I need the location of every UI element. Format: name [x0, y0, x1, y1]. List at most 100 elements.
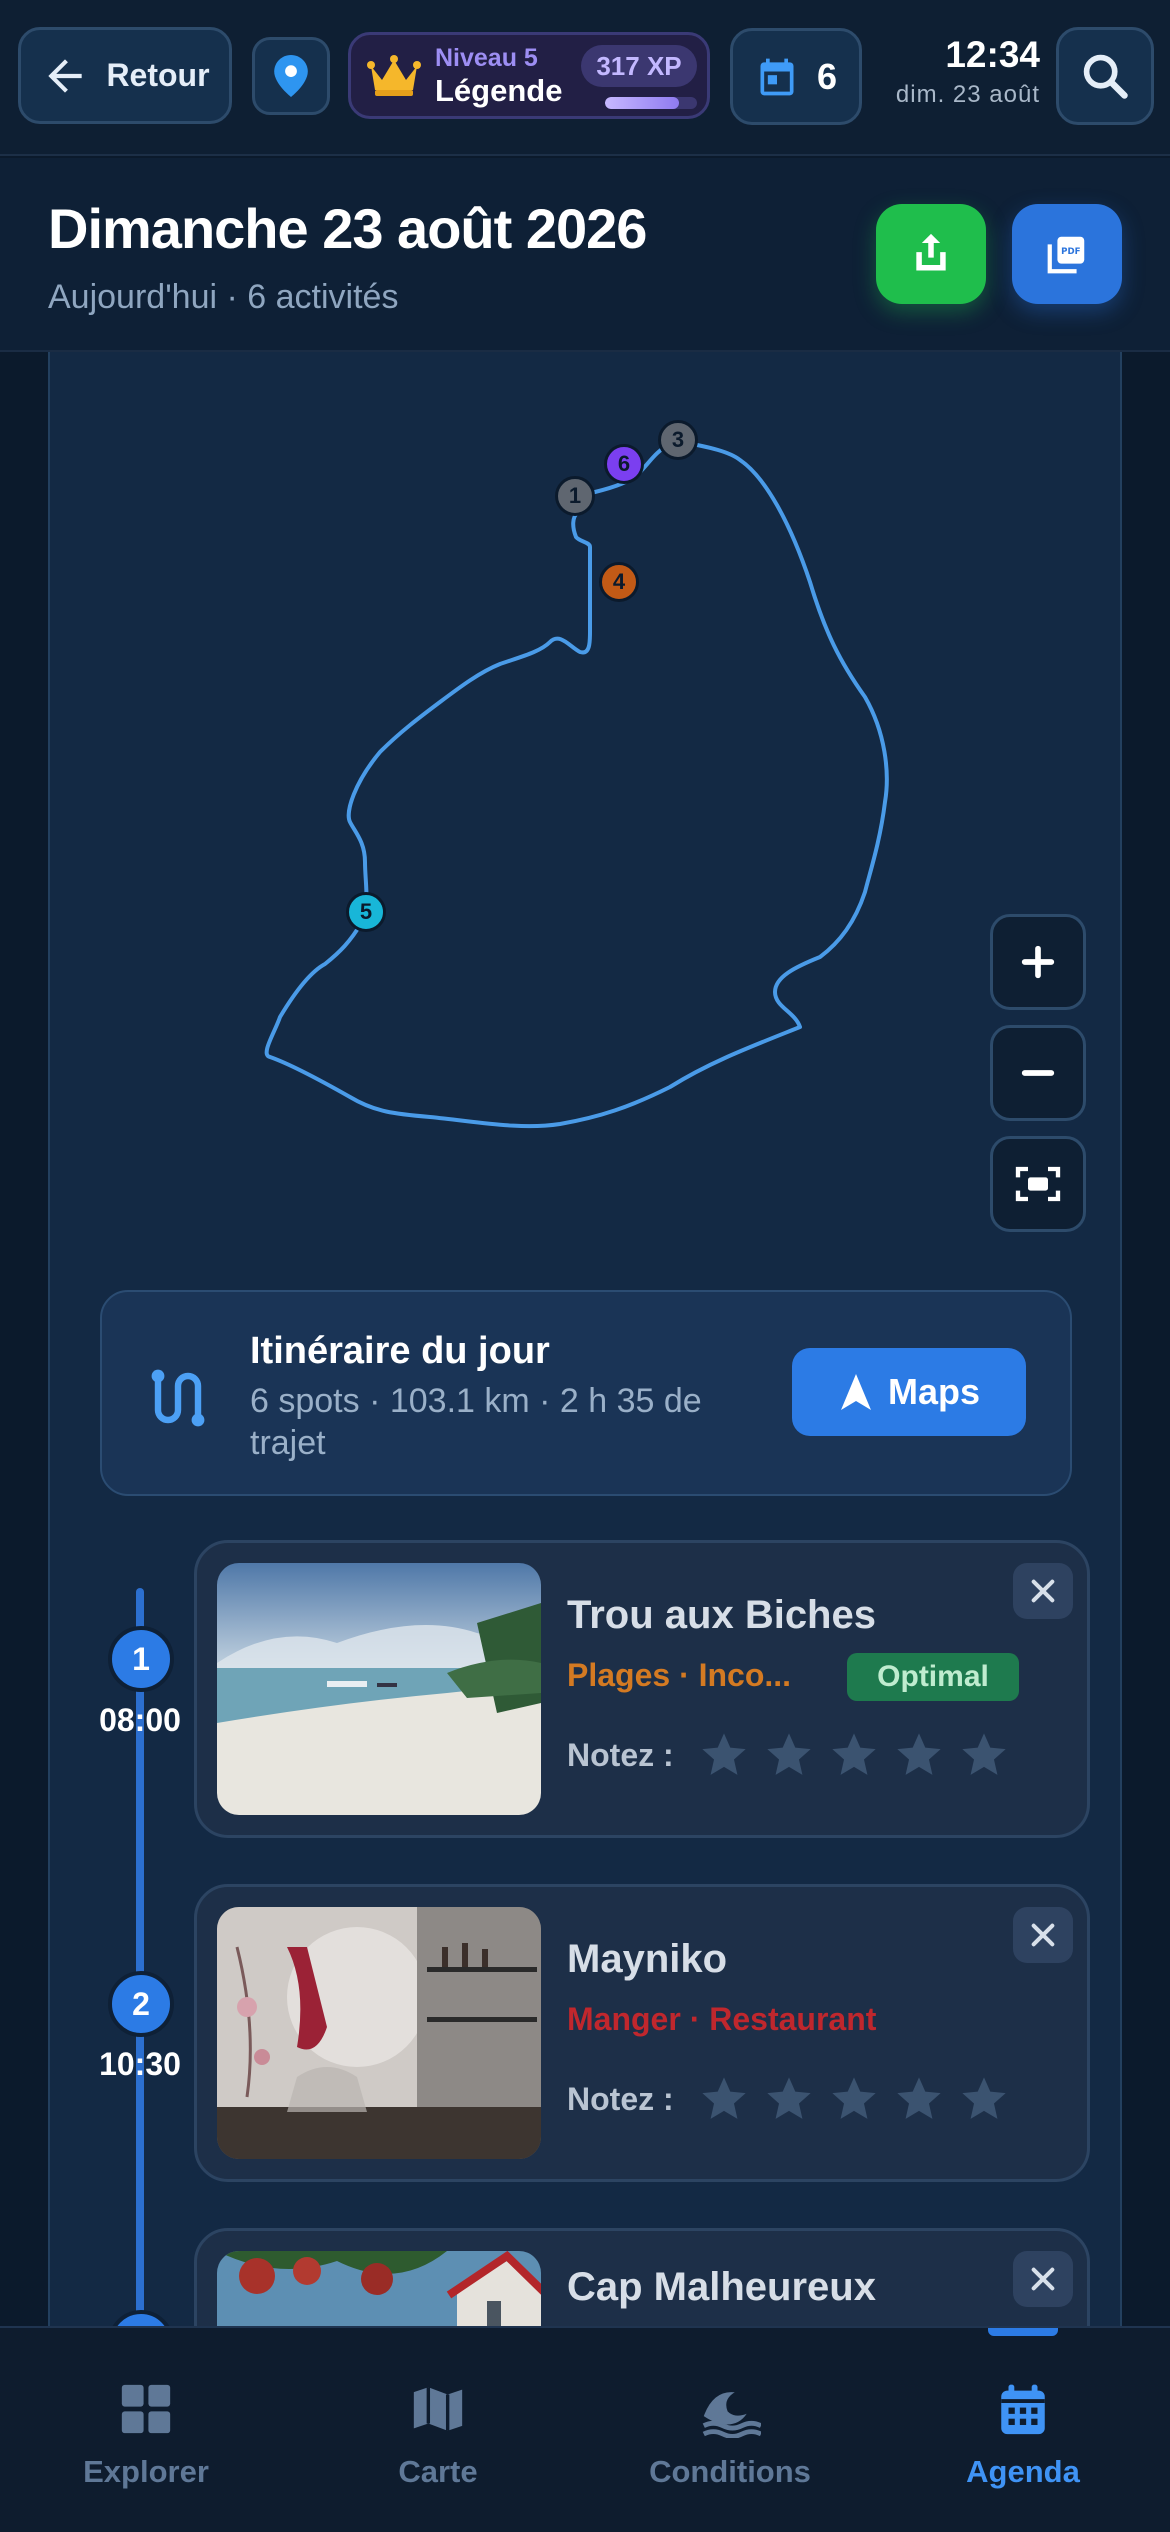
activity-card[interactable]: Mayniko Manger · Restaurant Notez : — [194, 1884, 1090, 2182]
remove-activity-button[interactable] — [1013, 1563, 1073, 1619]
arrow-left-icon — [48, 58, 83, 93]
clock: 12:34 dim. 23 août — [880, 36, 1040, 109]
rating-label: Notez : — [567, 1736, 674, 1773]
nav-item-explorer[interactable]: Explorer — [16, 2380, 276, 2490]
map-marker-label: 4 — [612, 569, 626, 594]
star-icon[interactable] — [893, 2073, 945, 2125]
rating-row: Notez : — [567, 1729, 1023, 1781]
svg-text:PDF: PDF — [1061, 247, 1080, 257]
pdf-icon: PDF — [1047, 236, 1085, 274]
close-icon — [1031, 2267, 1055, 2291]
star-icon[interactable] — [763, 1729, 815, 1781]
crown-icon — [367, 54, 421, 96]
star-icon[interactable] — [763, 2073, 815, 2125]
map-marker-label: 5 — [359, 899, 373, 924]
clock-time: 12:34 — [945, 34, 1040, 75]
close-icon — [1031, 1923, 1055, 1947]
timeline-step-number: 2 — [132, 1985, 150, 2022]
bottom-nav: Explorer Carte Conditions Agenda — [0, 2326, 1170, 2532]
xp-progress-bar — [605, 97, 697, 109]
star-icon[interactable] — [958, 2073, 1010, 2125]
rank-label: Légende — [435, 72, 563, 108]
activity-photo — [217, 1563, 541, 1815]
top-bar: Retour Niveau 5 Légende 317 XP 6 12:34 d… — [0, 0, 1170, 156]
activity-category: Plages · Inco... — [567, 1657, 792, 1693]
map-marker-5[interactable]: 5 — [346, 892, 386, 932]
location-button[interactable] — [252, 37, 330, 115]
nav-item-agenda[interactable]: Agenda — [893, 2380, 1153, 2490]
itinerary-title: Itinéraire du jour — [250, 1330, 550, 1372]
page-subtitle: Aujourd'hui · 6 activités — [48, 278, 399, 316]
maps-label: Maps — [887, 1371, 981, 1412]
timeline-line — [136, 1588, 144, 2328]
fit-screen-icon — [1015, 1166, 1061, 1202]
fit-bounds-button[interactable] — [990, 1136, 1086, 1232]
map-marker-4[interactable]: 4 — [599, 562, 639, 602]
back-button[interactable]: Retour — [18, 27, 232, 124]
beach-photo — [217, 1563, 541, 1815]
condition-badge: Optimal — [847, 1653, 1019, 1701]
nav-label: Agenda — [966, 2454, 1080, 2489]
search-button[interactable] — [1056, 27, 1154, 125]
zoom-out-button[interactable] — [990, 1025, 1086, 1121]
clock-date: dim. 23 août — [895, 81, 1040, 108]
close-icon — [1031, 1579, 1055, 1603]
plus-icon — [1021, 945, 1055, 979]
rating-row: Notez : — [567, 2073, 1023, 2125]
activity-photo — [217, 1907, 541, 2159]
location-pin-icon — [274, 55, 308, 97]
search-icon — [1083, 54, 1128, 99]
timeline-step-2: 2 — [108, 1971, 174, 2037]
day-map[interactable]: 1 3 6 4 5 — [50, 352, 1120, 1272]
xp-progress-fill — [605, 97, 679, 109]
zoom-in-button[interactable] — [990, 914, 1086, 1010]
open-maps-button[interactable]: Maps — [792, 1348, 1026, 1436]
calendar-icon — [760, 58, 794, 95]
activity-card[interactable]: Trou aux Biches Plages · Inco... Optimal… — [194, 1540, 1090, 1838]
pdf-export-button[interactable]: PDF — [1012, 204, 1122, 304]
map-marker-1[interactable]: 1 — [555, 476, 595, 516]
calendar-icon — [1001, 2384, 1045, 2435]
activity-title: Trou aux Biches — [567, 1593, 876, 1637]
calendar-count-button[interactable]: 6 — [730, 28, 862, 125]
page-title: Dimanche 23 août 2026 — [48, 197, 647, 260]
activity-title: Cap Malheureux — [567, 2265, 876, 2309]
star-icon[interactable] — [828, 2073, 880, 2125]
wave-icon — [702, 2392, 761, 2438]
calendar-count: 6 — [816, 55, 838, 97]
remove-activity-button[interactable] — [1013, 1907, 1073, 1963]
nav-item-conditions[interactable]: Conditions — [600, 2380, 860, 2490]
nav-label: Conditions — [649, 2454, 811, 2489]
share-button[interactable] — [876, 204, 986, 304]
star-icon[interactable] — [958, 1729, 1010, 1781]
back-label: Retour — [106, 57, 210, 93]
map-marker-6[interactable]: 6 — [604, 444, 644, 484]
day-header: Dimanche 23 août 2026 Aujourd'hui · 6 ac… — [0, 158, 1170, 352]
itinerary-description: 6 spots · 103.1 km · 2 h 35 de trajet — [250, 1382, 702, 1462]
share-icon — [916, 233, 946, 271]
timeline-step-number: 1 — [132, 1640, 150, 1677]
minus-icon — [1021, 1070, 1055, 1076]
star-icon[interactable] — [828, 1729, 880, 1781]
level-badge[interactable]: Niveau 5 Légende 317 XP — [348, 32, 710, 119]
map-marker-label: 6 — [617, 451, 631, 476]
level-label: Niveau 5 — [435, 43, 538, 72]
map-icon — [413, 2387, 463, 2431]
remove-activity-button[interactable] — [1013, 2251, 1073, 2307]
timeline-step-1: 1 — [108, 1626, 174, 1692]
star-icon[interactable] — [698, 2073, 750, 2125]
active-tab-indicator — [988, 2328, 1058, 2336]
star-icon[interactable] — [698, 1729, 750, 1781]
nav-item-carte[interactable]: Carte — [308, 2380, 568, 2490]
nav-label: Explorer — [83, 2454, 209, 2489]
activity-time: 10:30 — [99, 2046, 181, 2082]
route-icon — [151, 1369, 205, 1427]
activity-category: Manger · Restaurant — [567, 2001, 877, 2037]
map-marker-3[interactable]: 3 — [658, 420, 698, 460]
map-marker-label: 1 — [568, 483, 582, 508]
map-marker-label: 3 — [671, 427, 685, 452]
star-icon[interactable] — [893, 1729, 945, 1781]
nav-label: Carte — [398, 2454, 478, 2489]
itinerary-card: Itinéraire du jour 6 spots · 103.1 km · … — [100, 1290, 1072, 1496]
xp-chip: 317 XP — [581, 45, 697, 87]
